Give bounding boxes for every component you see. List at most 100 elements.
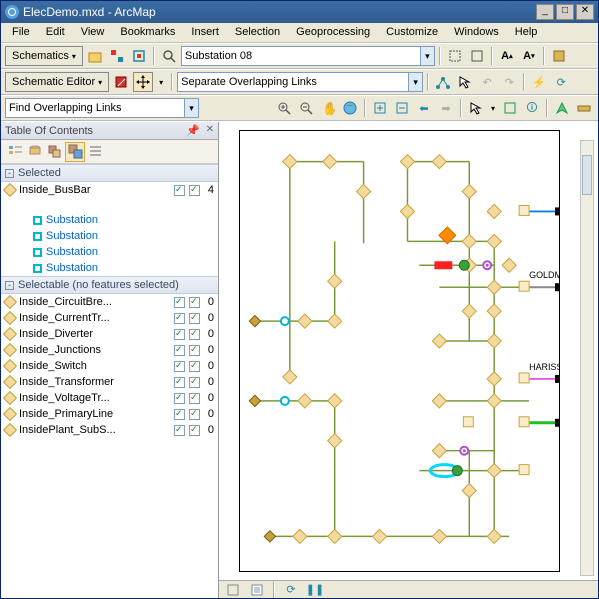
checkbox[interactable] — [174, 345, 185, 356]
checkbox[interactable] — [174, 377, 185, 388]
checkbox[interactable] — [189, 185, 200, 196]
checkbox[interactable] — [189, 409, 200, 420]
diagram-layer-combo[interactable]: ▾ — [181, 46, 435, 66]
menu-bookmarks[interactable]: Bookmarks — [113, 25, 182, 40]
menu-selection[interactable]: Selection — [228, 25, 287, 40]
checkbox[interactable] — [189, 297, 200, 308]
find-combo[interactable]: ▾ — [5, 98, 199, 118]
minimize-button[interactable]: _ — [536, 4, 554, 20]
clear-selection-icon[interactable] — [500, 98, 520, 118]
checkbox[interactable] — [189, 329, 200, 340]
stop-icon[interactable] — [111, 72, 131, 92]
select-dropdown[interactable]: ▾ — [155, 72, 167, 92]
locate-icon[interactable] — [552, 98, 572, 118]
dropdown-icon[interactable]: ▾ — [420, 47, 434, 65]
checkbox[interactable] — [189, 345, 200, 356]
checkbox[interactable] — [174, 409, 185, 420]
checkbox[interactable] — [174, 393, 185, 404]
checkbox[interactable] — [174, 361, 185, 372]
checkbox[interactable] — [174, 297, 185, 308]
select-move-icon[interactable] — [133, 72, 153, 92]
layout-view-icon[interactable] — [247, 580, 267, 599]
zoom-fixed-out-icon[interactable] — [392, 98, 412, 118]
checkbox[interactable] — [174, 313, 185, 324]
select-features-dropdown[interactable]: ▾ — [488, 98, 498, 118]
close-button[interactable]: ✕ — [576, 4, 594, 20]
layer-row[interactable]: Inside_Switch0 — [1, 358, 218, 374]
toc-list-by-source-icon[interactable] — [25, 142, 45, 162]
data-view-icon[interactable] — [223, 580, 243, 599]
font-up-icon[interactable]: A▴ — [497, 46, 517, 66]
map-canvas[interactable]: GOLDMINE HARISSON — [231, 126, 580, 576]
toc-options-icon[interactable] — [85, 142, 105, 162]
menu-insert[interactable]: Insert — [184, 25, 226, 40]
toc-header[interactable]: Table Of Contents 📌 ✕ — [1, 122, 218, 140]
refresh-icon[interactable] — [129, 46, 149, 66]
substation-link[interactable]: Substation — [46, 214, 98, 226]
layout-task-combo[interactable]: ▾ — [177, 72, 423, 92]
refresh-view-icon[interactable]: ⟳ — [281, 580, 301, 599]
redo-icon[interactable]: ↷ — [499, 72, 519, 92]
titlebar[interactable]: ElecDemo.mxd - ArcMap _ □ ✕ — [1, 1, 598, 23]
sublayer-row[interactable]: Substation — [1, 260, 218, 276]
next-extent-icon[interactable]: ➡ — [436, 98, 456, 118]
extent-icon[interactable] — [467, 46, 487, 66]
toc-list-by-selection-icon[interactable] — [65, 142, 85, 162]
layout-task-input[interactable] — [181, 76, 419, 88]
zoom-fixed-in-icon[interactable] — [370, 98, 390, 118]
pan-icon[interactable]: ✋ — [318, 98, 338, 118]
identify-icon[interactable]: 🛈 — [522, 98, 542, 118]
layer-row[interactable]: InsidePlant_SubS...0 — [1, 422, 218, 438]
menu-geoprocessing[interactable]: Geoprocessing — [289, 25, 377, 40]
select-sq-icon[interactable] — [445, 46, 465, 66]
layer-row[interactable]: Inside_BusBar 4 — [1, 182, 218, 198]
maximize-button[interactable]: □ — [556, 4, 574, 20]
diagram-layer-input[interactable] — [185, 50, 431, 62]
undo-icon[interactable]: ↶ — [477, 72, 497, 92]
rotate-icon[interactable]: ⟳ — [551, 72, 571, 92]
layer-row[interactable]: Inside_Junctions0 — [1, 342, 218, 358]
graph-icon[interactable] — [433, 72, 453, 92]
checkbox[interactable] — [189, 425, 200, 436]
sublayer-row[interactable]: Substation — [1, 228, 218, 244]
schematic-editor-dropdown[interactable]: Schematic Editor▾ — [5, 72, 109, 92]
select-arrow-icon[interactable] — [455, 72, 475, 92]
search-icon[interactable] — [159, 46, 179, 66]
sublayer-row[interactable] — [1, 198, 218, 212]
checkbox[interactable] — [174, 329, 185, 340]
layer-row[interactable]: Inside_Transformer0 — [1, 374, 218, 390]
style-icon[interactable] — [549, 46, 569, 66]
select-features-icon[interactable] — [466, 98, 486, 118]
substation-link[interactable]: Substation — [46, 262, 98, 274]
schematics-dropdown[interactable]: Schematics▾ — [5, 46, 83, 66]
dropdown-icon[interactable]: ▾ — [184, 99, 198, 117]
menu-help[interactable]: Help — [508, 25, 545, 40]
checkbox[interactable] — [189, 393, 200, 404]
layer-row[interactable]: Inside_CurrentTr...0 — [1, 310, 218, 326]
menu-customize[interactable]: Customize — [379, 25, 445, 40]
checkbox[interactable] — [174, 425, 185, 436]
generate-icon[interactable] — [107, 46, 127, 66]
checkbox[interactable] — [174, 185, 185, 196]
lightning-icon[interactable]: ⚡ — [529, 72, 549, 92]
find-input[interactable] — [9, 102, 195, 114]
toc-close-icon[interactable]: ✕ — [206, 124, 214, 135]
layer-row[interactable]: Inside_VoltageTr...0 — [1, 390, 218, 406]
font-down-icon[interactable]: A▾ — [519, 46, 539, 66]
menu-file[interactable]: File — [5, 25, 37, 40]
globe-icon[interactable] — [340, 98, 360, 118]
menu-view[interactable]: View — [74, 25, 112, 40]
dropdown-icon[interactable]: ▾ — [408, 73, 422, 91]
open-diagram-icon[interactable] — [85, 46, 105, 66]
layer-row[interactable]: Inside_Diverter0 — [1, 326, 218, 342]
toc-list-by-drawing-icon[interactable] — [5, 142, 25, 162]
zoom-in-icon[interactable] — [274, 98, 294, 118]
checkbox[interactable] — [189, 377, 200, 388]
sublayer-row[interactable]: Substation — [1, 212, 218, 228]
checkbox[interactable] — [189, 313, 200, 324]
menu-edit[interactable]: Edit — [39, 25, 72, 40]
toc-list-by-visibility-icon[interactable] — [45, 142, 65, 162]
measure-icon[interactable] — [574, 98, 594, 118]
substation-link[interactable]: Substation — [46, 246, 98, 258]
pause-drawing-icon[interactable]: ❚❚ — [305, 580, 325, 599]
